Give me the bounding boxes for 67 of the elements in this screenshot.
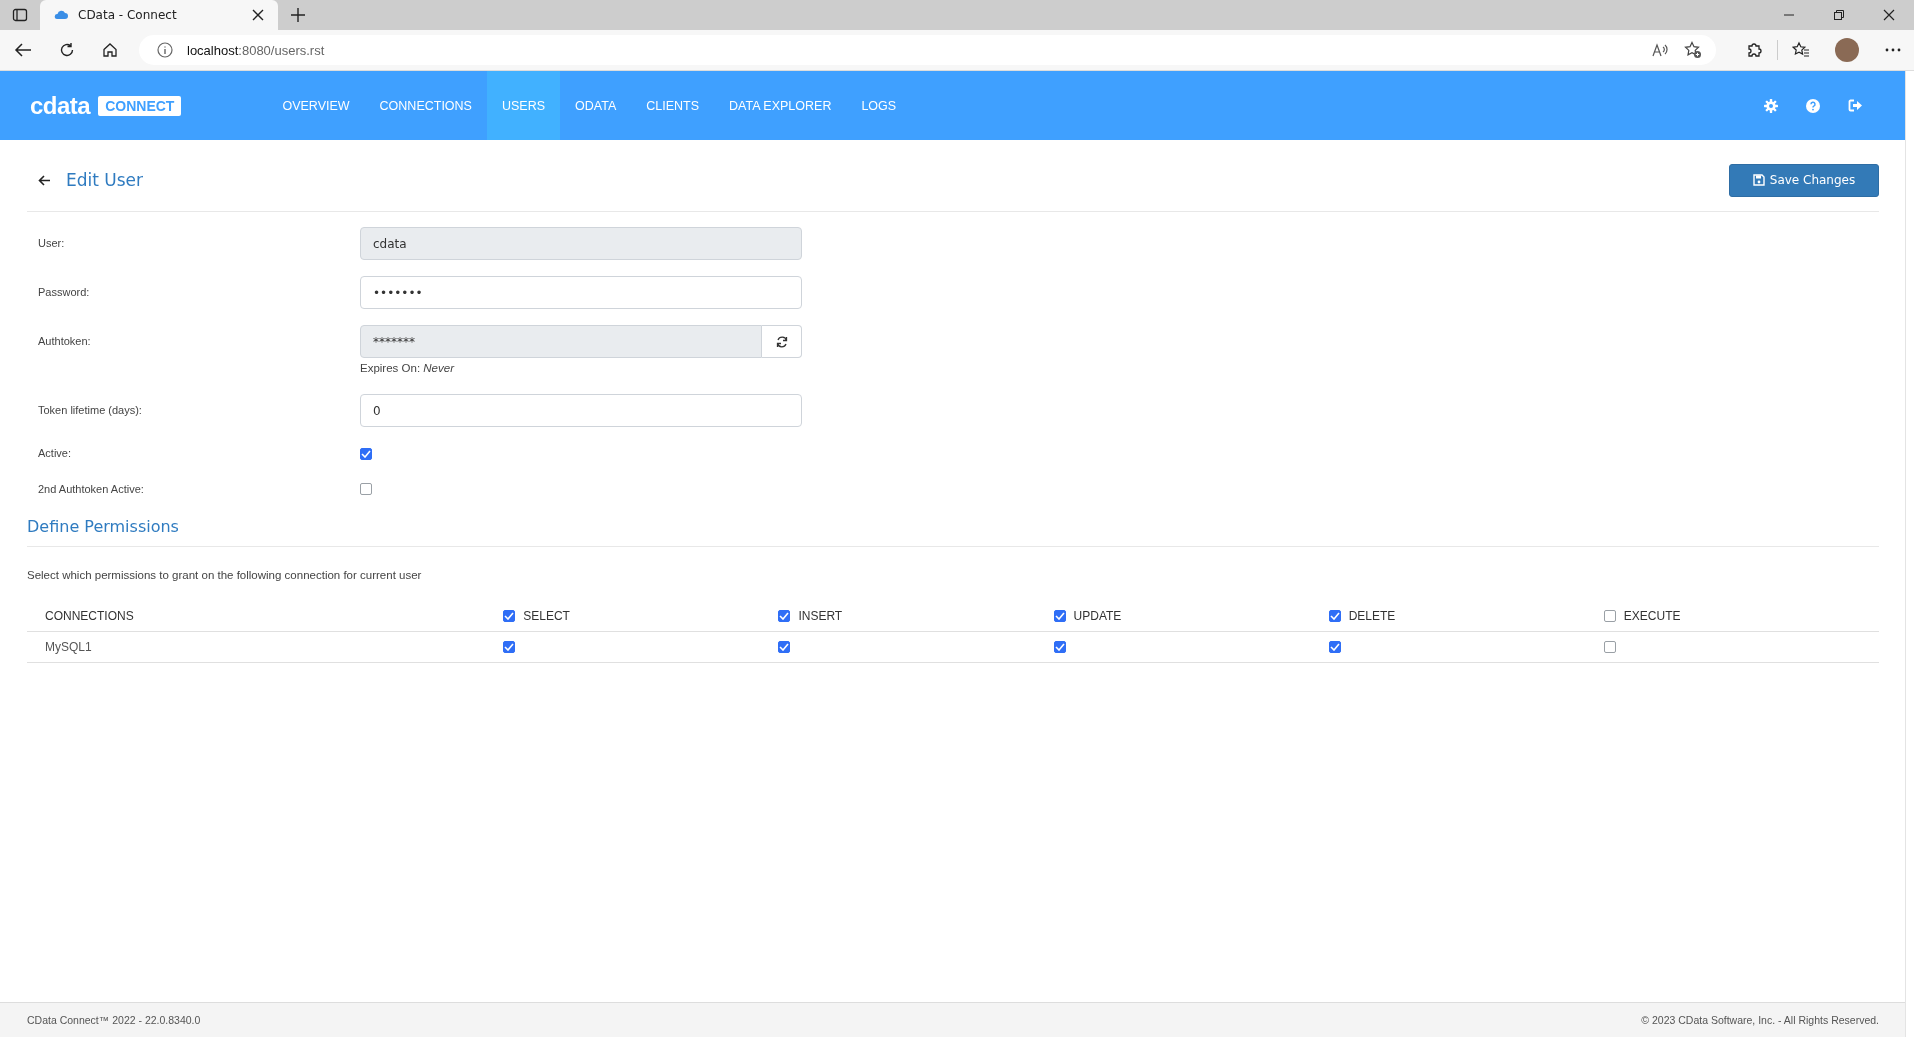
cloud-icon [54,10,68,20]
nav-tab[interactable]: ODATA [560,71,632,140]
checkbox[interactable] [1328,610,1341,622]
checkbox[interactable] [1328,641,1341,653]
checkbox[interactable] [503,641,516,653]
connection-name: MySQL1 [44,640,93,654]
column-header: DELETE [1348,609,1396,623]
read-aloud-icon[interactable] [1652,42,1670,58]
help-icon[interactable] [1806,98,1820,113]
input-field[interactable]: ••••••• [360,276,802,309]
save-button[interactable]: Save Changes [1729,163,1879,197]
column-header: UPDATE [1073,609,1122,623]
regenerate-button[interactable] [762,325,802,358]
column-header: CONNECTIONS [44,609,135,623]
checkbox[interactable] [503,610,516,622]
description-text: Select which permissions to grant on the following connection for current user [27,569,423,581]
field-label: Token lifetime (days): [37,403,143,418]
column-header: EXECUTE [1623,609,1681,623]
column-header: SELECT [523,609,570,623]
section-title: Define Permissions [27,517,1879,547]
field-label: Authtoken: [37,334,92,349]
url-text: localhost:8080/users.rst [187,42,325,58]
tab-actions-icon[interactable] [12,7,28,23]
logo[interactable]: cdata CONNECT [30,91,182,120]
more-icon[interactable] [1885,48,1901,52]
page-title: Edit User [66,170,144,190]
profile-avatar[interactable] [1835,38,1859,62]
checkbox[interactable] [1053,641,1066,653]
field-label: Active: [37,446,72,461]
field-label: User: [37,236,66,251]
checkbox[interactable] [1603,641,1616,653]
nav-tab[interactable]: CONNECTIONS [364,71,487,140]
sign-out-icon[interactable] [1848,99,1863,112]
close-icon[interactable] [252,9,264,21]
nav-tab[interactable]: OVERVIEW [267,71,365,140]
checkbox[interactable] [1603,610,1616,622]
restore-icon[interactable] [1833,9,1845,21]
back-arrow-icon[interactable] [14,42,32,58]
input-field[interactable]: 0 [360,394,802,427]
checkbox[interactable] [360,448,372,460]
settings-icon[interactable] [1764,98,1778,113]
version-text: CData Connect™ 2022 - 22.0.8340.0 [27,1014,201,1026]
close-icon[interactable] [1883,9,1895,21]
column-header: INSERT [798,609,843,623]
browser-tab[interactable]: CData - Connect [40,0,278,30]
refresh-icon[interactable] [59,42,75,58]
checkbox[interactable] [1053,610,1066,622]
info-icon [157,42,173,58]
puzzle-icon[interactable] [1746,41,1764,59]
refresh-icon [775,335,788,348]
copyright-text: © 2023 CData Software, Inc. - All Rights Reserved. [1641,1014,1879,1026]
expiry-text: Expires On: Never [360,362,456,374]
star-plus-icon[interactable] [1684,41,1702,59]
nav-tab[interactable]: USERS [486,71,561,140]
plus-icon[interactable] [290,7,306,23]
nav-tab[interactable]: DATA EXPLORER [714,71,847,140]
home-icon[interactable] [102,42,118,58]
favorites-icon[interactable] [1792,41,1810,59]
checkbox[interactable] [360,483,372,495]
nav-tab[interactable]: LOGS [846,71,912,140]
field-label: 2nd Authtoken Active: [37,482,145,497]
checkbox[interactable] [778,641,791,653]
field-label: Password: [37,285,91,300]
nav-tab[interactable]: CLIENTS [631,71,715,140]
address-bar[interactable]: localhost:8080/users.rst [139,35,1716,65]
back-arrow-icon[interactable] [38,174,51,186]
checkbox[interactable] [778,610,791,622]
